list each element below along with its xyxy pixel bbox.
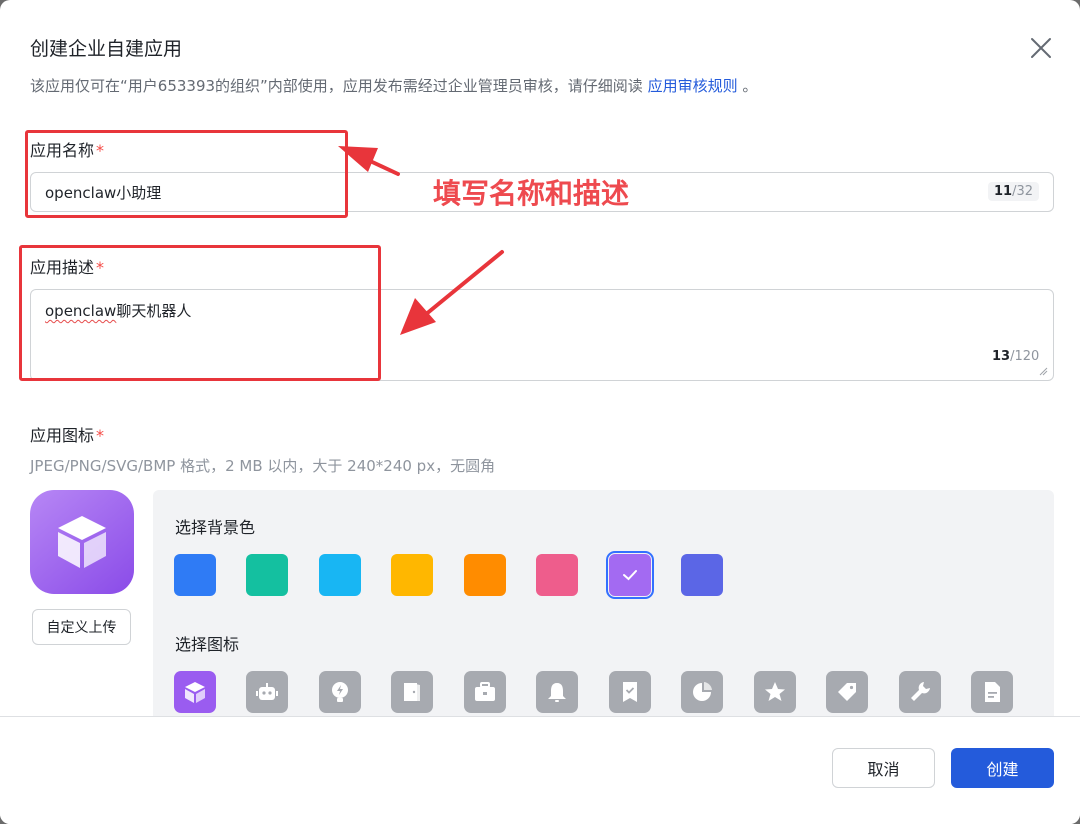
- review-rules-link[interactable]: 应用审核规则: [648, 77, 738, 95]
- cube-icon: [185, 682, 205, 703]
- check-icon: [623, 570, 637, 581]
- annotation-box-name: [25, 130, 348, 218]
- app-desc-counter: 13/120: [988, 349, 1043, 364]
- bookmark-check-icon: [623, 682, 637, 702]
- subtitle-text: 该应用仅可在“用户653393的组织”内部使用，应用发布需经过企业管理员审核，请…: [30, 77, 648, 95]
- annotation-box-desc: [19, 245, 381, 381]
- annotation-text: 填写名称和描述: [433, 177, 630, 210]
- document-icon: [985, 682, 1000, 702]
- app-desc-count-current: 13: [992, 349, 1011, 364]
- bg-swatch-pink[interactable]: [536, 554, 578, 596]
- app-icon-preview: [30, 490, 134, 594]
- bell-icon: [548, 683, 566, 702]
- icon-option-robot[interactable]: [246, 671, 288, 713]
- icon-option-pie[interactable]: [681, 671, 723, 713]
- custom-upload-button[interactable]: 自定义上传: [32, 609, 131, 645]
- icon-option-document[interactable]: [971, 671, 1013, 713]
- bg-swatch-purple[interactable]: [606, 551, 654, 599]
- icon-option-briefcase[interactable]: [464, 671, 506, 713]
- dialog-subtitle: 该应用仅可在“用户653393的组织”内部使用，应用发布需经过企业管理员审核，请…: [30, 75, 757, 96]
- subtitle-end: 。: [737, 77, 758, 95]
- icon-option-bulb[interactable]: [319, 671, 361, 713]
- icon-option-bell[interactable]: [536, 671, 578, 713]
- app-icon-label: 应用图标 *: [30, 422, 104, 446]
- bg-swatch-teal[interactable]: [246, 554, 288, 596]
- icon-option-bookmark-check[interactable]: [609, 671, 651, 713]
- icon-option-wrench[interactable]: [899, 671, 941, 713]
- cancel-button[interactable]: 取消: [832, 748, 935, 788]
- required-mark: *: [96, 426, 105, 445]
- app-name-count-max: /32: [1012, 184, 1034, 199]
- app-name-counter: 11/32: [988, 182, 1040, 201]
- bg-swatch-yellow[interactable]: [391, 554, 433, 596]
- star-icon: [765, 682, 785, 701]
- bg-swatch-cyan[interactable]: [319, 554, 361, 596]
- icon-option-door[interactable]: [391, 671, 433, 713]
- door-icon: [404, 683, 420, 701]
- create-button[interactable]: 创建: [951, 748, 1054, 788]
- icon-select-label: 选择图标: [175, 635, 240, 654]
- bg-color-label: 选择背景色: [175, 518, 256, 537]
- icon-option-tag[interactable]: [826, 671, 868, 713]
- app-icon-label-text: 应用图标: [30, 426, 95, 445]
- close-icon[interactable]: [1027, 34, 1055, 62]
- icon-format-hint: JPEG/PNG/SVG/BMP 格式，2 MB 以内，大于 240*240 p…: [30, 457, 496, 475]
- bg-swatch-indigo[interactable]: [681, 554, 723, 596]
- icon-picker-panel: 选择背景色 选择图标: [153, 490, 1054, 730]
- dialog-footer: 取消 创建: [0, 717, 1080, 824]
- create-app-dialog: 创建企业自建应用 该应用仅可在“用户653393的组织”内部使用，应用发布需经过…: [0, 0, 1080, 824]
- app-desc-count-max: /120: [1010, 349, 1040, 364]
- icon-option-star[interactable]: [754, 671, 796, 713]
- bg-swatch-blue[interactable]: [174, 554, 216, 596]
- icon-option-cube[interactable]: [174, 671, 216, 713]
- resize-handle-icon[interactable]: [1038, 366, 1048, 376]
- robot-icon: [256, 683, 278, 700]
- bulb-icon: [332, 682, 348, 702]
- briefcase-icon: [475, 682, 495, 701]
- app-name-count-current: 11: [994, 184, 1013, 199]
- pie-icon: [693, 682, 712, 701]
- wrench-icon: [911, 682, 930, 701]
- dialog-title: 创建企业自建应用: [30, 38, 183, 60]
- bg-swatch-orange[interactable]: [464, 554, 506, 596]
- tag-icon: [838, 683, 856, 701]
- cube-icon: [58, 516, 106, 568]
